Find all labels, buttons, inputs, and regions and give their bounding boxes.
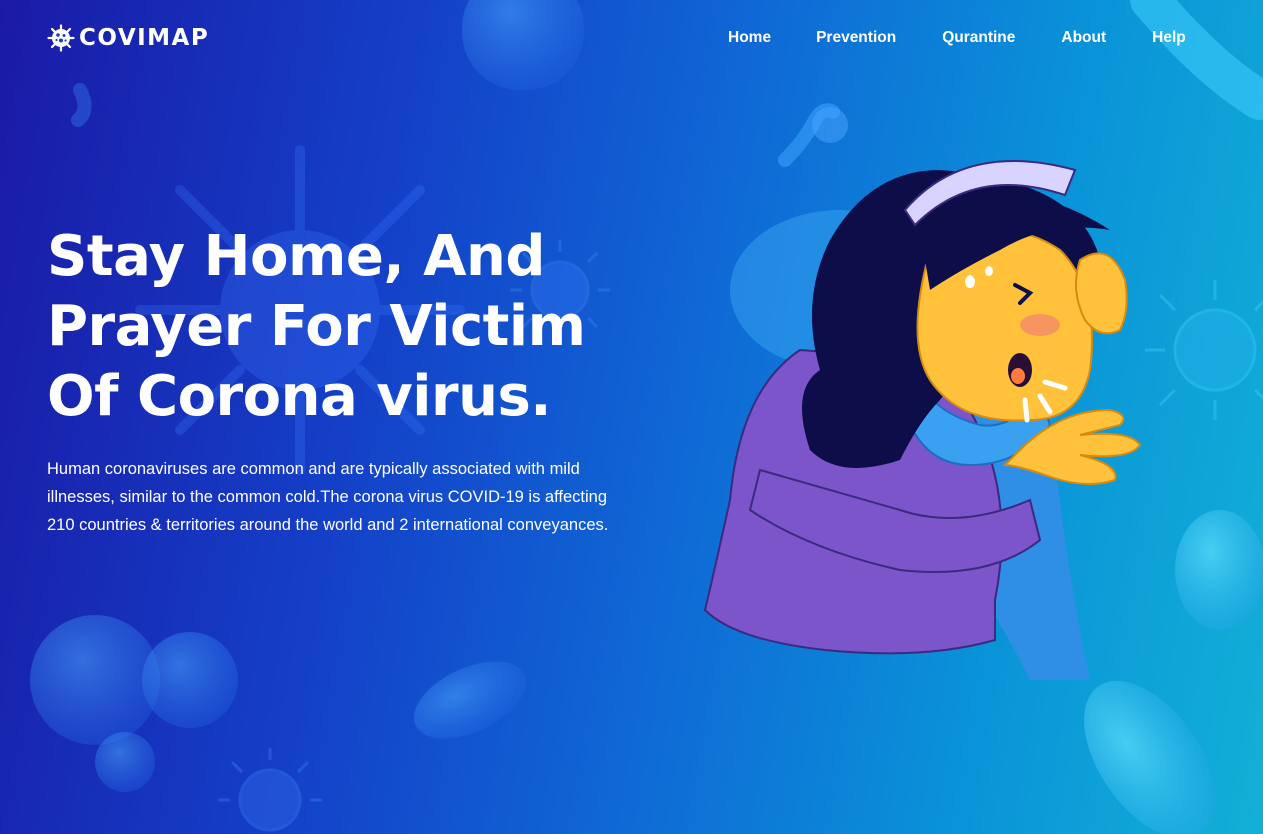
hero-title-line-1: Stay Home, And — [47, 224, 545, 289]
main-nav: Home Prevention Qurantine About Help — [728, 28, 1186, 48]
virus-icon — [47, 24, 75, 52]
hero-title: Stay Home, And Prayer For Victim Of Coro… — [47, 222, 687, 432]
nav-link-qurantine[interactable]: Qurantine — [942, 28, 1015, 48]
nav-link-prevention[interactable]: Prevention — [816, 28, 896, 48]
hero-description: Human coronaviruses are common and are t… — [47, 460, 609, 534]
nav-link-about[interactable]: About — [1061, 28, 1106, 48]
hero-title-line-2: Prayer For Victim — [47, 294, 586, 359]
nav-link-help[interactable]: Help — [1152, 28, 1186, 48]
sick-woman-illustration — [690, 140, 1170, 730]
brand-name: COVIMAP — [79, 25, 210, 51]
sick-woman-coughing-art — [703, 160, 1142, 680]
nav-link-home[interactable]: Home — [728, 28, 771, 48]
navbar: COVIMAP Home Prevention Qurantine About … — [0, 0, 1263, 78]
brand-logo[interactable]: COVIMAP — [47, 24, 209, 52]
hero-title-line-3: Of Corona virus. — [47, 364, 552, 429]
